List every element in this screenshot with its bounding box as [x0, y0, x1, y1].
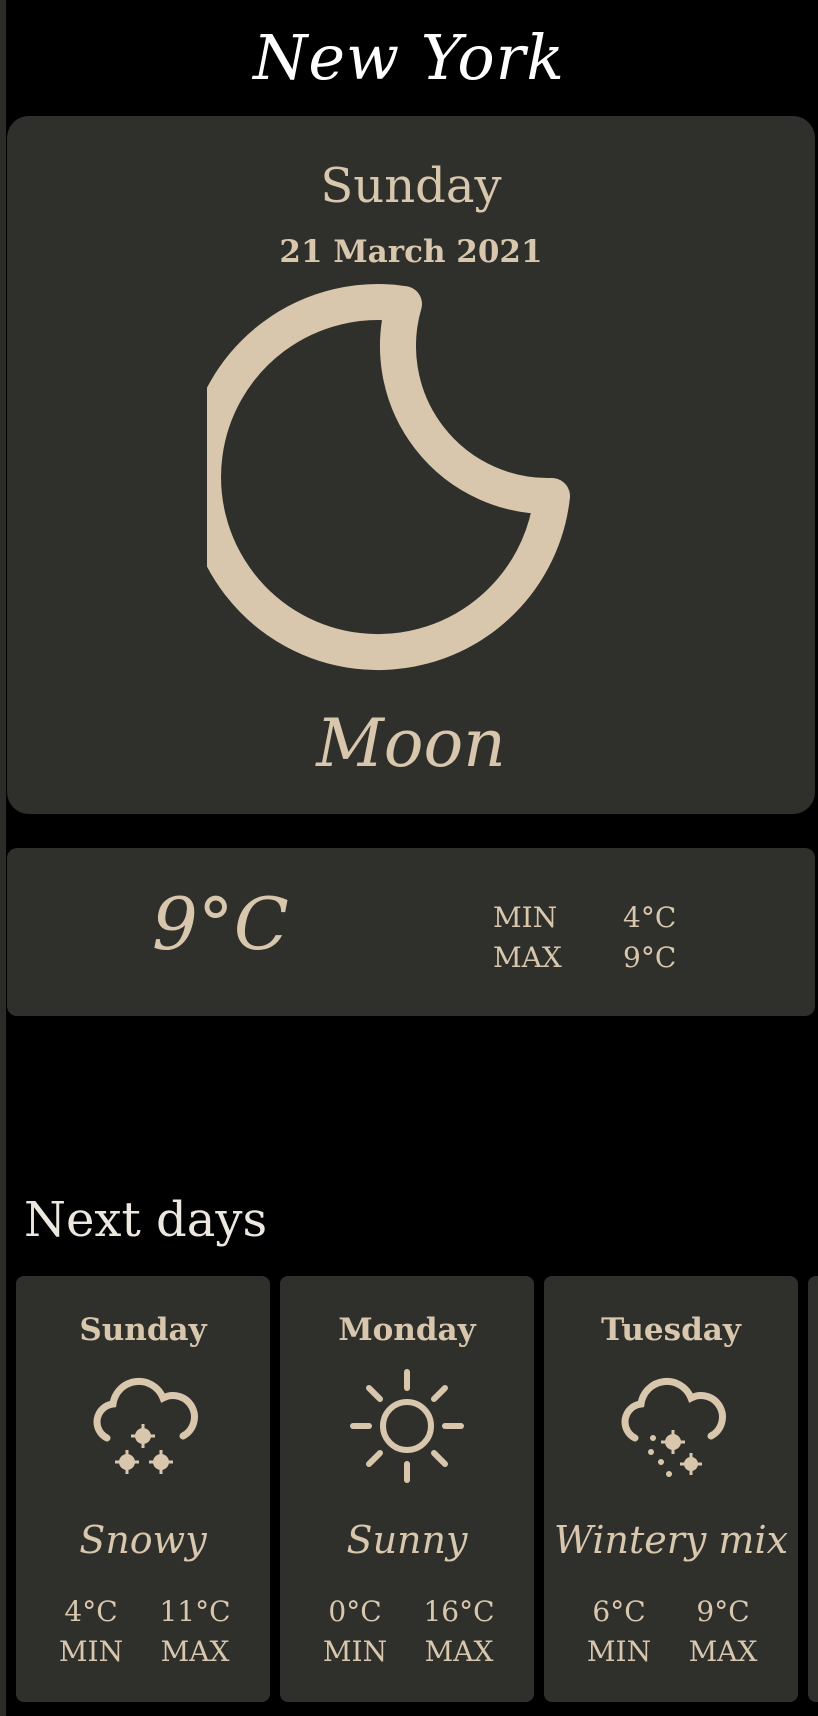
- current-date: 21 March 2021: [279, 234, 543, 270]
- moon-icon: [207, 284, 570, 671]
- forecast-min-label: MIN: [586, 1635, 652, 1668]
- forecast-min: 4°C MIN: [49, 1592, 133, 1672]
- forecast-min-value: 4°C: [64, 1595, 118, 1628]
- forecast-min-label: MIN: [322, 1635, 388, 1668]
- sun-icon: [350, 1369, 464, 1483]
- next-days-title: Next days: [24, 1192, 268, 1248]
- max-label: MAX: [493, 941, 562, 974]
- forecast-max-label: MAX: [160, 1635, 230, 1668]
- forecast-max: 11°C MAX: [153, 1592, 237, 1672]
- forecast-temps: 6°C MIN 9°C MAX: [544, 1592, 798, 1672]
- forecast-card-next-partial[interactable]: [808, 1276, 818, 1702]
- forecast-min: 0°C MIN: [313, 1592, 397, 1672]
- forecast-min: 6°C MIN: [577, 1592, 661, 1672]
- current-day: Sunday: [320, 158, 502, 214]
- forecast-max-value: 16°C: [423, 1595, 495, 1628]
- min-max-table: MIN 4°C MAX 9°C: [493, 898, 676, 978]
- forecast-card-sunday[interactable]: Sunday Snowy 4°C MIN 11°C MAX: [16, 1276, 270, 1702]
- forecast-list[interactable]: Sunday Snowy 4°C MIN 11°C MAX Monday Sun…: [16, 1276, 818, 1702]
- forecast-max: 16°C MAX: [417, 1592, 501, 1672]
- city-title: New York: [253, 21, 565, 94]
- left-edge-strip: [0, 0, 6, 1716]
- snow-cloud-icon: [93, 1377, 198, 1474]
- forecast-temps: 4°C MIN 11°C MAX: [16, 1592, 270, 1672]
- forecast-condition: Sunny: [346, 1518, 468, 1562]
- current-temperature: 9°C: [152, 882, 289, 966]
- forecast-day: Tuesday: [601, 1312, 741, 1348]
- forecast-max-value: 11°C: [159, 1595, 231, 1628]
- forecast-max: 9°C MAX: [681, 1592, 765, 1672]
- current-condition: Moon: [316, 705, 506, 782]
- forecast-card-monday[interactable]: Monday Sunny 0°C MIN 16°C MAX: [280, 1276, 534, 1702]
- wintery-mix-cloud-icon: [621, 1377, 726, 1477]
- min-label: MIN: [493, 901, 558, 934]
- forecast-min-value: 0°C: [328, 1595, 382, 1628]
- forecast-card-tuesday[interactable]: Tuesday Wintery mix 6°C MIN 9°C MAX: [544, 1276, 798, 1702]
- forecast-day: Monday: [338, 1312, 476, 1348]
- max-row: MAX 9°C: [493, 938, 676, 978]
- forecast-day: Sunday: [79, 1312, 207, 1348]
- min-value: 4°C: [623, 901, 677, 934]
- forecast-min-value: 6°C: [592, 1595, 646, 1628]
- forecast-max-label: MAX: [688, 1635, 758, 1668]
- min-row: MIN 4°C: [493, 898, 676, 938]
- max-value: 9°C: [623, 941, 677, 974]
- forecast-max-label: MAX: [424, 1635, 494, 1668]
- forecast-temps: 0°C MIN 16°C MAX: [280, 1592, 534, 1672]
- temperature-card: 9°C MIN 4°C MAX 9°C: [7, 848, 815, 1016]
- forecast-condition: Wintery mix: [553, 1518, 789, 1562]
- current-weather-card: Sunday 21 March 2021 Moon: [7, 116, 815, 814]
- forecast-min-label: MIN: [58, 1635, 124, 1668]
- forecast-condition: Snowy: [79, 1518, 207, 1562]
- forecast-max-value: 9°C: [696, 1595, 750, 1628]
